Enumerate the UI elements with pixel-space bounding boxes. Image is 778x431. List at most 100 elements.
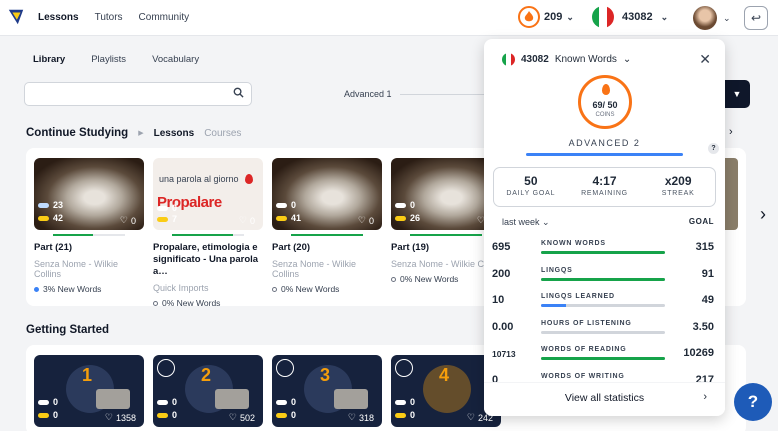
stat-goal: 10269 bbox=[683, 347, 714, 359]
section-title: Continue Studying bbox=[26, 127, 129, 139]
italy-flag-icon bbox=[502, 53, 515, 66]
chevron-right-icon[interactable]: › bbox=[760, 204, 766, 225]
search-icon[interactable] bbox=[233, 87, 244, 101]
tab-vocabulary[interactable]: Vocabulary bbox=[152, 54, 199, 65]
lesson-progress bbox=[291, 234, 363, 236]
known-icon bbox=[38, 412, 49, 418]
dot-icon bbox=[34, 286, 39, 292]
lesson-author[interactable]: Senza Nome - Wilkie Collins bbox=[34, 259, 144, 279]
dot-icon bbox=[153, 300, 158, 306]
lesson-title[interactable]: Part (21) bbox=[34, 242, 144, 254]
chevron-down-icon: ⌄ bbox=[566, 11, 574, 22]
known-icon bbox=[395, 412, 406, 418]
stat-row: 695 KNOWN WORDS 315 bbox=[484, 237, 725, 263]
close-icon[interactable]: ✕ bbox=[699, 51, 711, 68]
known-icon bbox=[157, 412, 168, 418]
chevron-right-icon: › bbox=[703, 391, 707, 403]
stat-value: 0.00 bbox=[492, 320, 514, 333]
known-icon bbox=[276, 412, 287, 418]
tab-library[interactable]: Library bbox=[33, 54, 65, 65]
stat-value: 10713 bbox=[492, 349, 516, 359]
lesson-card[interactable]: una parola al giorno Propalare 0 7 ♡ 0 Pr… bbox=[153, 158, 263, 308]
lingq-logo-icon[interactable] bbox=[7, 8, 25, 26]
help-button[interactable]: ? bbox=[734, 383, 772, 421]
statistics-popup: 43082 Known Words ⌄ ✕ 69/ 50 COINS ADVAN… bbox=[484, 39, 725, 416]
continue-studying-header: Continue Studying ▶ Lessons Courses bbox=[26, 127, 241, 139]
heart-icon: ♡ bbox=[104, 412, 113, 422]
flame-icon bbox=[518, 6, 540, 28]
heart-icon: ♡ bbox=[119, 215, 128, 225]
lesson-card[interactable]: 2 0 0 ♡ 502 bbox=[153, 355, 263, 427]
lesson-thumbnail: 23 42 ♡ 0 bbox=[34, 158, 144, 230]
chevron-down-icon: ⌄ bbox=[723, 12, 731, 23]
lesson-thumbnail: 0 41 ♡ 0 bbox=[272, 158, 382, 230]
stat-goal: 3.50 bbox=[692, 320, 714, 333]
heart-icon: ♡ bbox=[347, 412, 356, 422]
lesson-progress bbox=[53, 234, 125, 236]
chevron-right-icon[interactable]: › bbox=[729, 126, 733, 138]
level-slider[interactable] bbox=[400, 94, 484, 95]
tab-courses[interactable]: Courses bbox=[204, 128, 241, 139]
tab-playlists[interactable]: Playlists bbox=[91, 54, 126, 65]
streak-count: 209 bbox=[544, 11, 563, 23]
lingq-icon bbox=[395, 202, 406, 208]
profile-button[interactable]: ⌄ bbox=[693, 6, 731, 30]
heart-icon: ♡ bbox=[228, 412, 237, 422]
level-filter-label: Advanced 1 bbox=[344, 89, 392, 99]
heart-icon: ♡ bbox=[357, 215, 366, 225]
lesson-author[interactable]: Quick Imports bbox=[153, 283, 263, 293]
stat-label: KNOWN WORDS bbox=[541, 240, 606, 247]
lesson-title[interactable]: Propalare, etimologia e significato - Un… bbox=[153, 242, 263, 278]
known-words-selector[interactable]: 43082 Known Words ⌄ bbox=[502, 53, 631, 66]
nav-tutors[interactable]: Tutors bbox=[95, 12, 123, 23]
tab-lessons[interactable]: Lessons bbox=[154, 128, 195, 139]
stat-row: 10713 WORDS OF READING 10269 bbox=[484, 343, 725, 369]
language-button[interactable]: 43082 ⌄ bbox=[592, 6, 668, 28]
exit-icon[interactable]: ↩ bbox=[744, 6, 768, 30]
known-icon bbox=[276, 215, 287, 221]
view-all-statistics-button[interactable]: View all statistics › bbox=[484, 382, 725, 412]
italy-flag-icon bbox=[592, 6, 614, 28]
lingq-icon bbox=[276, 202, 287, 208]
streak-button[interactable]: 209 ⌄ bbox=[518, 6, 574, 28]
search-input[interactable] bbox=[24, 82, 252, 106]
lesson-card[interactable]: 3 0 0 ♡ 318 bbox=[272, 355, 382, 427]
lesson-thumbnail: 3 0 0 ♡ 318 bbox=[272, 355, 382, 427]
new-words: 0% New Words bbox=[272, 284, 382, 294]
lesson-author[interactable]: Senza Nome - Wilkie Collins bbox=[272, 259, 382, 279]
level-label: ADVANCED 2 bbox=[568, 138, 641, 148]
stat-progress bbox=[541, 277, 665, 281]
stat-row: 0.00 HOURS OF LISTENING 3.50 bbox=[484, 317, 725, 343]
library-tabs: Library Playlists Vocabulary bbox=[33, 54, 199, 65]
lingq-icon bbox=[38, 202, 49, 208]
lingq-icon bbox=[157, 205, 168, 211]
stat-row: 10 LINGQS LEARNED 49 bbox=[484, 290, 725, 316]
stat-row: 200 LINGQS 91 bbox=[484, 264, 725, 290]
stat-progress bbox=[541, 357, 665, 360]
lesson-card[interactable]: 0 41 ♡ 0 Part (20) Senza Nome - Wilkie Co… bbox=[272, 158, 382, 294]
coins-ring: 69/ 50 COINS bbox=[578, 75, 632, 129]
lesson-thumbnail: 2 0 0 ♡ 502 bbox=[153, 355, 263, 427]
dot-icon bbox=[391, 276, 396, 282]
lesson-card[interactable]: 23 42 ♡ 0 Part (21) Senza Nome - Wilkie C… bbox=[34, 158, 144, 294]
nav-lessons[interactable]: Lessons bbox=[38, 12, 79, 23]
period-dropdown[interactable]: last week ⌄ bbox=[502, 217, 550, 228]
flame-icon bbox=[602, 84, 610, 95]
lesson-progress bbox=[410, 234, 482, 236]
stat-label: WORDS OF READING bbox=[541, 346, 627, 353]
chevron-down-icon: ⌄ bbox=[622, 54, 632, 65]
stat-goal: 49 bbox=[701, 294, 714, 306]
lesson-card[interactable]: 1 0 0 ♡ 1358 bbox=[34, 355, 144, 427]
heart-icon: ♡ bbox=[466, 412, 475, 422]
stat-label: LINGQS bbox=[541, 266, 573, 274]
lesson-title[interactable]: Part (20) bbox=[272, 242, 382, 254]
lingq-icon bbox=[395, 399, 406, 405]
drop-icon bbox=[245, 174, 253, 184]
level-progress bbox=[526, 153, 683, 156]
chevron-down-icon: ▼ bbox=[732, 89, 742, 99]
filter-dropdown-button[interactable]: ▼ bbox=[724, 80, 750, 108]
dot-icon bbox=[272, 286, 277, 292]
stat-goal: 91 bbox=[701, 267, 714, 280]
nav-community[interactable]: Community bbox=[139, 12, 190, 23]
help-icon[interactable]: ? bbox=[708, 143, 719, 154]
